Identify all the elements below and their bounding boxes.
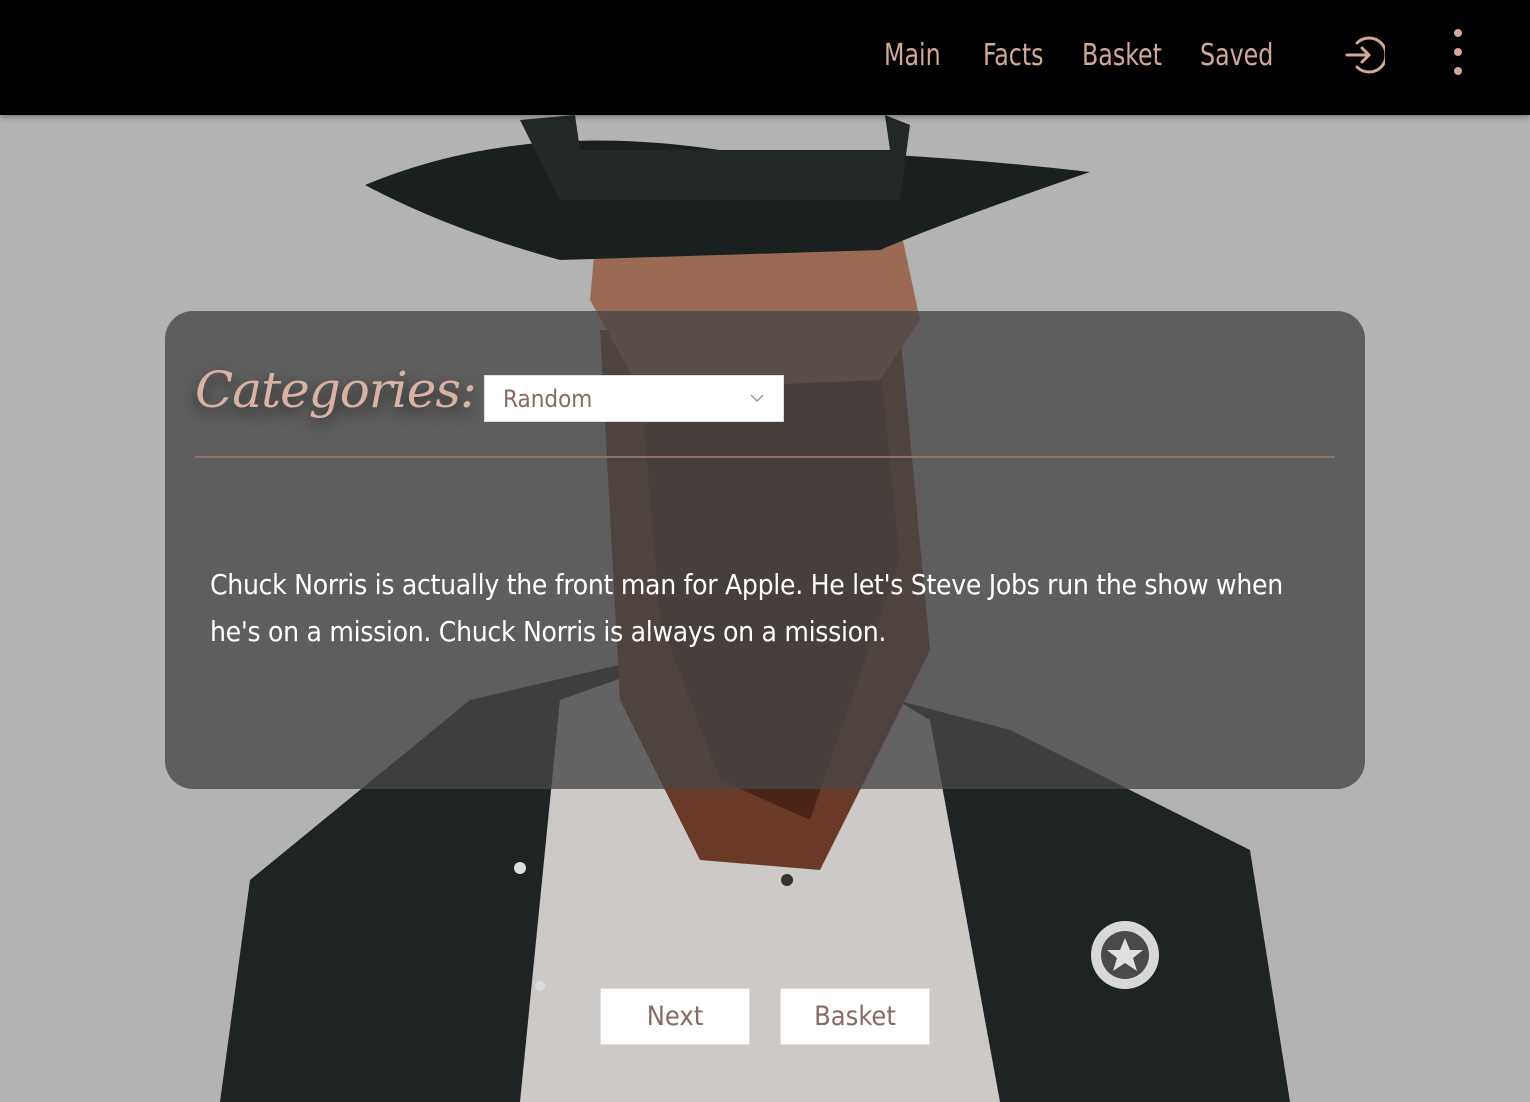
fact-text: Chuck Norris is actually the front man f… <box>210 568 1283 648</box>
nav-link-main[interactable]: Main <box>884 34 941 78</box>
more-vertical-icon[interactable] <box>1447 28 1469 78</box>
top-navbar: Main Facts Basket Saved <box>0 0 1530 115</box>
next-button[interactable]: Next <box>600 988 750 1045</box>
divider <box>195 456 1335 458</box>
add-to-basket-button[interactable]: Basket <box>780 988 930 1045</box>
login-icon[interactable] <box>1343 34 1385 76</box>
page: Main Facts Basket Saved Categories: Rand… <box>0 0 1530 1102</box>
chevron-down-icon <box>750 394 764 403</box>
category-select[interactable]: Random <box>484 375 784 422</box>
fact-panel: Categories: Random Chuck Norris is actua… <box>165 311 1365 789</box>
categories-label: Categories: <box>195 361 477 419</box>
category-select-value: Random <box>503 385 593 413</box>
nav-link-facts[interactable]: Facts <box>983 34 1044 78</box>
nav-link-saved[interactable]: Saved <box>1200 34 1273 78</box>
nav-link-basket[interactable]: Basket <box>1082 34 1162 78</box>
